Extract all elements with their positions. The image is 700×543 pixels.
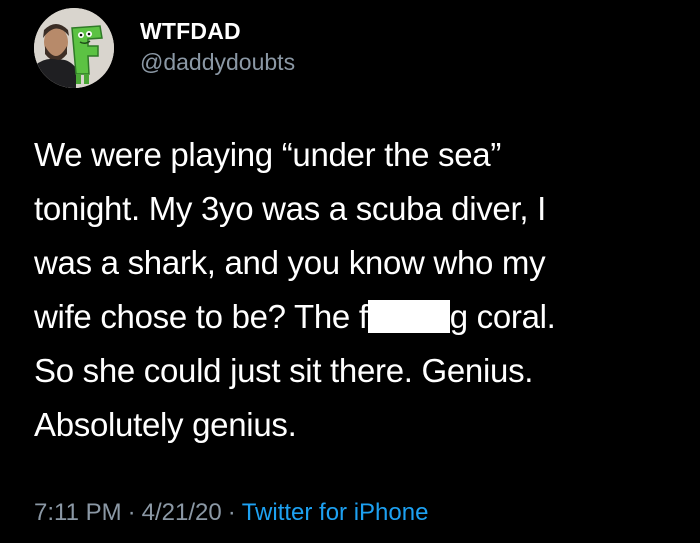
redaction-box <box>367 300 450 333</box>
avatar-image <box>34 8 114 88</box>
tweet-source-link[interactable]: Twitter for iPhone <box>242 499 429 526</box>
separator: · <box>127 499 136 526</box>
tweet-text: We were playing “under the sea” tonight.… <box>34 128 674 452</box>
tweet-metadata: 7:11 PM · 4/21/20 · Twitter for iPhone <box>34 496 428 530</box>
tweet-header: WTFDAD @daddydoubts <box>34 8 295 88</box>
avatar[interactable] <box>34 8 114 88</box>
tweet-time[interactable]: 7:11 PM <box>34 499 122 526</box>
author-names: WTFDAD @daddydoubts <box>140 16 295 78</box>
tweet-date[interactable]: 4/21/20 <box>142 499 222 526</box>
tweet-card: WTFDAD @daddydoubts We were playing “und… <box>0 0 700 543</box>
separator: · <box>227 499 236 526</box>
user-handle[interactable]: @daddydoubts <box>140 46 295 78</box>
display-name[interactable]: WTFDAD <box>140 16 295 46</box>
